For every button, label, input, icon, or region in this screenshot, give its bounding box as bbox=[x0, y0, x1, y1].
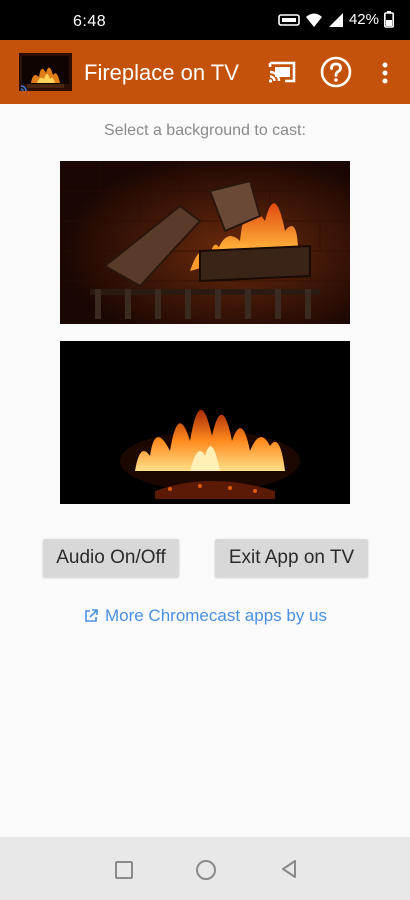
help-icon[interactable] bbox=[320, 56, 352, 88]
battery-icon bbox=[384, 11, 394, 28]
cast-icon[interactable] bbox=[267, 59, 297, 85]
system-nav-bar bbox=[0, 837, 410, 900]
more-apps-link[interactable]: More Chromecast apps by us bbox=[0, 606, 410, 626]
status-icons: 42% bbox=[278, 11, 394, 28]
background-thumbnail-logs[interactable] bbox=[60, 161, 350, 324]
app-bar: Fireplace on TV bbox=[0, 40, 410, 104]
app-title: Fireplace on TV bbox=[84, 60, 239, 85]
exit-app-button[interactable]: Exit App on TV bbox=[215, 539, 368, 577]
back-icon[interactable] bbox=[280, 859, 298, 879]
battery-percent: 42% bbox=[348, 11, 379, 28]
background-thumbnail-dark[interactable] bbox=[60, 341, 350, 504]
select-prompt: Select a background to cast: bbox=[104, 122, 306, 139]
more-vert-icon[interactable] bbox=[375, 60, 395, 86]
audio-toggle-button[interactable]: Audio On/Off bbox=[43, 539, 179, 577]
status-time: 6:48 bbox=[73, 13, 107, 30]
app-logo-icon bbox=[19, 53, 72, 91]
more-apps-label: More Chromecast apps by us bbox=[104, 606, 328, 625]
status-bar: 6:48 42% bbox=[0, 0, 410, 40]
volte-icon bbox=[278, 13, 300, 26]
recents-icon[interactable] bbox=[115, 861, 133, 879]
external-link-icon bbox=[85, 609, 98, 622]
wifi-icon bbox=[305, 13, 322, 27]
home-icon[interactable] bbox=[196, 860, 216, 880]
signal-icon bbox=[328, 12, 343, 27]
